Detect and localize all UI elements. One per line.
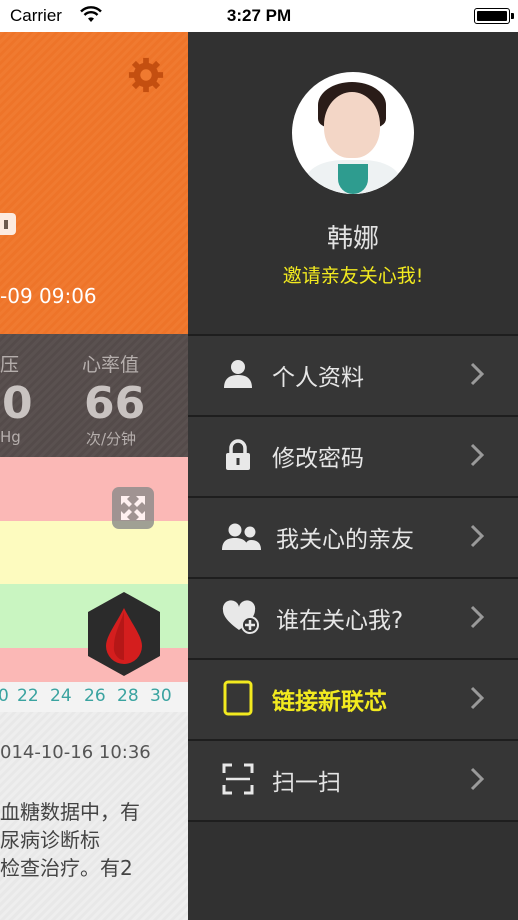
avatar[interactable] <box>292 72 414 194</box>
battery-chip-icon <box>0 213 16 235</box>
record-text-line: 检查治疗。有2 <box>0 856 133 880</box>
axis-tick: 28 <box>117 686 139 706</box>
chevron-right-icon <box>470 443 484 467</box>
axis-tick: 30 <box>150 686 172 706</box>
pressure-label: 压 <box>0 354 20 376</box>
menu-list: 个人资料 修改密码 我关心的亲友 谁在关心我? 链接新联芯 扫一扫 <box>188 334 518 822</box>
expand-button[interactable] <box>112 487 154 529</box>
axis-tick: 26 <box>84 686 106 706</box>
zone-band-high <box>0 457 188 522</box>
stats-panel: 压 0 Hg 心率值 66 次/分钟 <box>0 334 188 457</box>
menu-item-change-password[interactable]: 修改密码 <box>188 415 518 496</box>
record-note: 014-10-16 10:36 血糖数据中，有 尿病诊断标 检查治疗。有2 <box>0 712 188 920</box>
lock-icon <box>226 439 250 470</box>
invite-link[interactable]: 邀请亲友关心我! <box>188 261 518 288</box>
chevron-right-icon <box>470 605 484 629</box>
main-screen-peek[interactable]: -09 09:06 压 0 Hg 心率值 66 次/分钟 0 22 24 26 <box>0 32 188 920</box>
heart-plus-icon <box>222 600 259 634</box>
menu-item-label: 扫一扫 <box>272 770 341 796</box>
zone-band-warning <box>0 521 188 585</box>
menu-item-link-device[interactable]: 链接新联芯 <box>188 658 518 739</box>
menu-item-profile[interactable]: 个人资料 <box>188 334 518 415</box>
record-text-line: 尿病诊断标 <box>0 828 100 852</box>
menu-item-label: 链接新联芯 <box>272 689 387 715</box>
axis-tick: 24 <box>50 686 72 706</box>
blood-drop-icon[interactable] <box>86 590 162 678</box>
heart-rate-unit: 次/分钟 <box>86 430 137 448</box>
record-text: 血糖数据中，有 尿病诊断标 检查治疗。有2 <box>0 798 140 882</box>
pressure-value: 0 <box>2 378 33 429</box>
scan-icon <box>222 763 254 795</box>
side-menu: 韩娜 邀请亲友关心我! 个人资料 修改密码 我关心的亲友 谁在关心我? 链接新联… <box>188 32 518 920</box>
record-text-line: 血糖数据中，有 <box>0 800 140 824</box>
status-bar: Carrier 3:27 PM <box>0 0 518 32</box>
menu-item-label: 修改密码 <box>272 446 364 472</box>
battery-icon <box>474 8 514 24</box>
menu-item-who-cares-me[interactable]: 谁在关心我? <box>188 577 518 658</box>
axis-tick: 0 <box>0 686 9 706</box>
record-date: 014-10-16 10:36 <box>0 742 151 763</box>
chevron-right-icon <box>470 686 484 710</box>
gear-icon[interactable] <box>127 56 165 94</box>
user-name: 韩娜 <box>326 224 379 254</box>
menu-item-my-care-friends[interactable]: 我关心的亲友 <box>188 496 518 577</box>
expand-icon <box>121 496 145 520</box>
person-icon <box>224 360 252 388</box>
clock: 3:27 PM <box>226 6 292 25</box>
chevron-right-icon <box>470 767 484 791</box>
tablet-icon <box>223 680 253 716</box>
chevron-right-icon <box>470 524 484 548</box>
menu-item-scan[interactable]: 扫一扫 <box>188 739 518 822</box>
axis-tick: 22 <box>17 686 39 706</box>
heart-rate-value: 66 <box>84 378 146 429</box>
header-panel: -09 09:06 <box>0 32 188 334</box>
menu-item-label: 个人资料 <box>272 365 364 391</box>
menu-item-label: 我关心的亲友 <box>276 527 414 553</box>
chevron-right-icon <box>470 362 484 386</box>
menu-item-label: 谁在关心我? <box>276 608 404 634</box>
heart-rate-label: 心率值 <box>82 354 140 376</box>
chart-x-axis: 0 22 24 26 28 30 <box>0 682 188 712</box>
pressure-unit: Hg <box>0 428 21 446</box>
measure-timestamp: -09 09:06 <box>0 284 97 308</box>
people-icon <box>222 523 261 550</box>
